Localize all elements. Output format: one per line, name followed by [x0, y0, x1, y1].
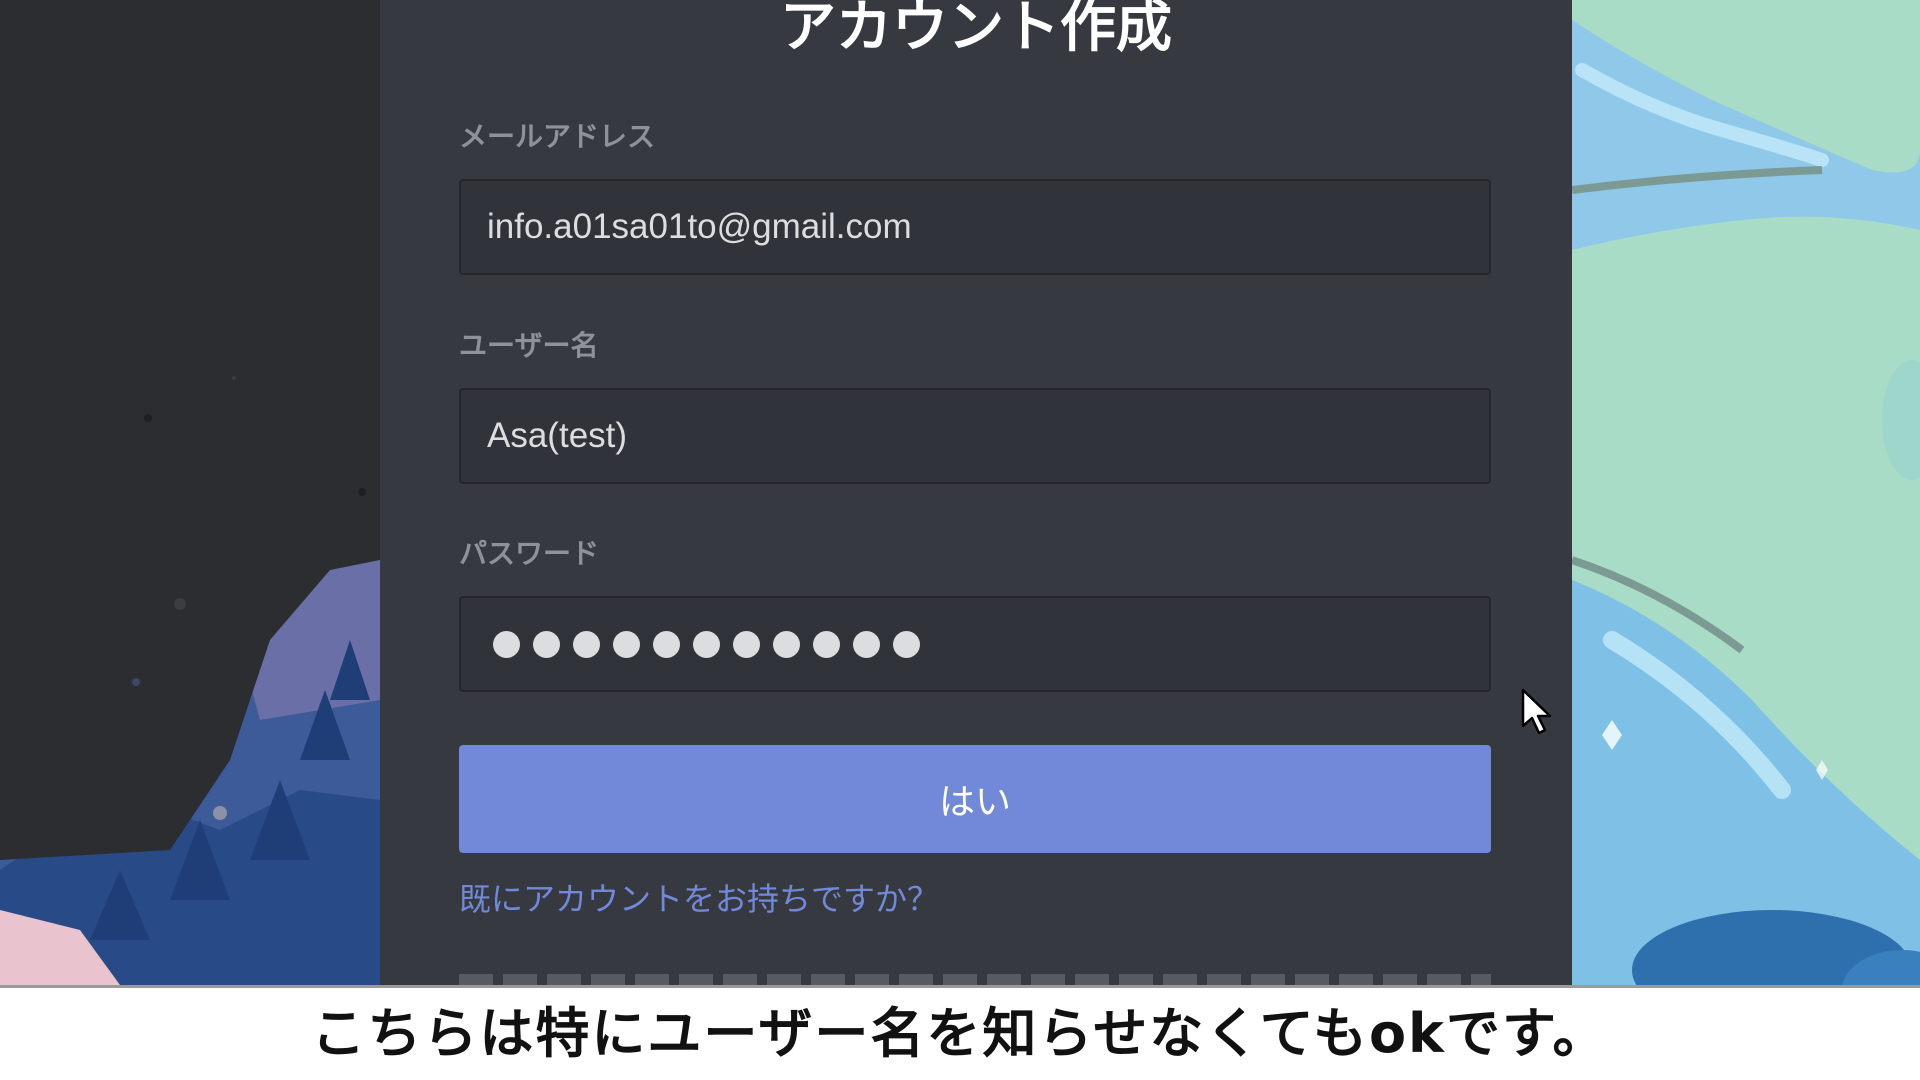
- submit-button[interactable]: はい: [459, 745, 1491, 853]
- password-mask-dot: [813, 630, 840, 658]
- username-field[interactable]: [459, 388, 1491, 484]
- password-mask-dot: [733, 630, 760, 658]
- password-mask-dot: [693, 630, 720, 658]
- password-mask-dot: [533, 630, 560, 658]
- river-illustration: [1572, 0, 1920, 985]
- password-mask-dot: [573, 630, 600, 658]
- password-mask-dot: [853, 630, 880, 658]
- password-mask-dot: [613, 630, 640, 658]
- subtitle-caption: こちらは特にユーザー名を知らせなくてもokです。: [311, 1002, 1609, 1065]
- password-mask-dot: [653, 630, 680, 658]
- background-art-left: [0, 0, 380, 985]
- password-mask-dot: [773, 630, 800, 658]
- email-field[interactable]: [459, 179, 1491, 275]
- email-label: メールアドレス: [459, 120, 656, 153]
- subtitle-bar: こちらは特にユーザー名を知らせなくてもokです。: [0, 985, 1920, 1080]
- mountain-illustration: [0, 0, 380, 985]
- screen: アカウント作成 メールアドレス ユーザー名 パスワード はい 既にアカウントをお…: [0, 0, 1920, 1080]
- mouse-pointer-icon: [1521, 688, 1552, 735]
- password-mask-dot: [893, 630, 920, 658]
- background-art-right: [1572, 0, 1920, 985]
- register-modal: アカウント作成 メールアドレス ユーザー名 パスワード はい 既にアカウントをお…: [380, 0, 1572, 985]
- username-label: ユーザー名: [459, 329, 599, 362]
- login-link[interactable]: 既にアカウントをお持ちですか？: [459, 876, 939, 922]
- terms-text-clipped: [459, 972, 1491, 985]
- password-mask-dot: [493, 630, 520, 658]
- password-field[interactable]: [459, 596, 1491, 692]
- password-label: パスワード: [459, 537, 600, 570]
- modal-title: アカウント作成: [780, 0, 1172, 60]
